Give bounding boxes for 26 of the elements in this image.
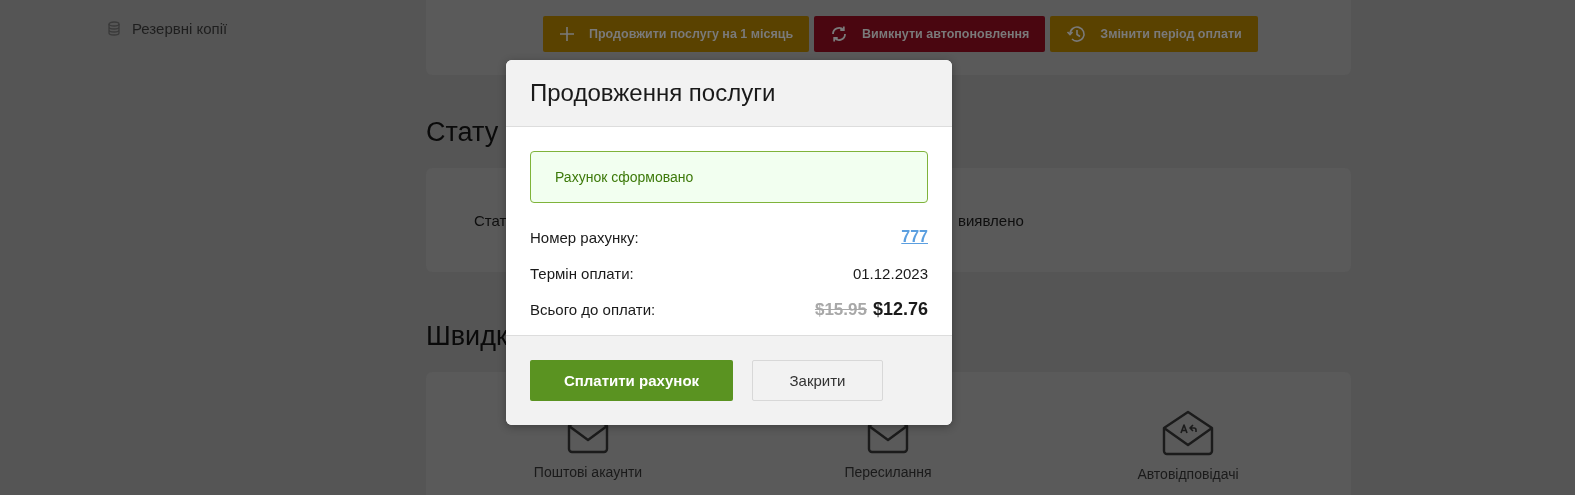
close-button[interactable]: Закрити (752, 360, 883, 401)
database-icon (108, 21, 120, 36)
quick-link[interactable]: Пересилання (844, 464, 932, 480)
invoice-link[interactable]: 777 (901, 228, 928, 246)
section-heading: Швидк (426, 320, 508, 353)
action-button[interactable]: Вимкнути автопоновлення (814, 16, 1046, 52)
field-label: Термін оплати: (530, 264, 634, 282)
history-icon (1066, 25, 1087, 43)
section-heading: Стату (426, 116, 499, 149)
pay-button[interactable]: Сплатити рахунок (530, 360, 733, 401)
modal-title: Продовження послуги (530, 79, 776, 107)
quick-link[interactable]: Автовідповідачі (1137, 466, 1239, 482)
quick-link[interactable]: Поштові акаунти (533, 464, 643, 480)
field-value: 01.12.2023 (852, 264, 928, 282)
plus-icon (559, 26, 575, 42)
field-label: Номер рахунку: (530, 228, 639, 246)
status-value: виявлено (958, 211, 1025, 229)
old-price: $15.95 (814, 299, 867, 320)
envelope-reply-icon[interactable] (1162, 410, 1214, 456)
success-alert: Рахунок сформовано (530, 151, 928, 203)
action-button[interactable]: Продовжити послугу на 1 місяць (543, 16, 810, 52)
total-price: $12.76 (872, 298, 928, 320)
action-button[interactable]: Змінити період оплати (1050, 16, 1258, 52)
status-label: Стат (474, 211, 508, 229)
field-label: Всього до оплати: (530, 300, 656, 318)
refresh-icon (830, 25, 849, 43)
